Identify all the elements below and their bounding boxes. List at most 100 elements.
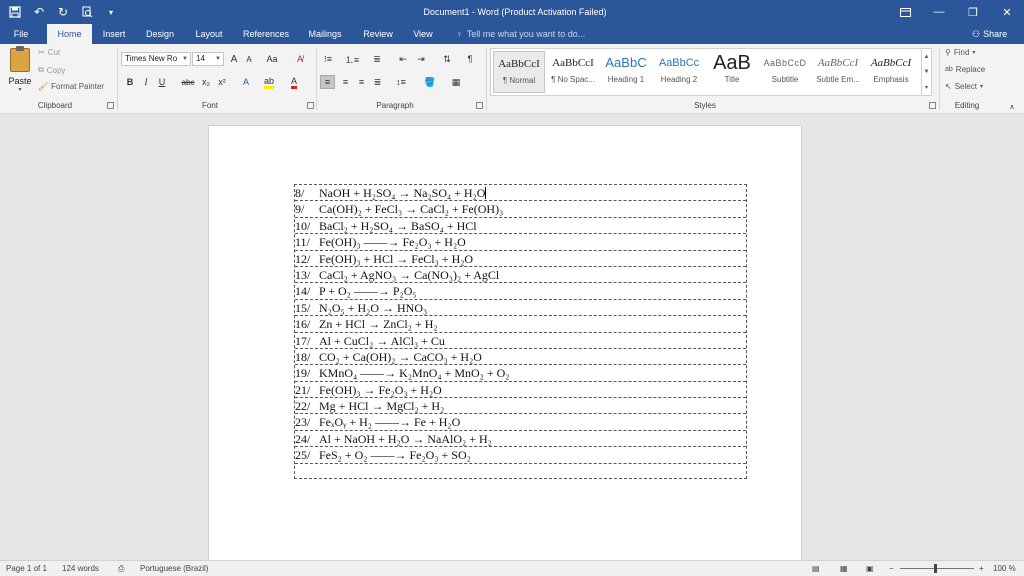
table-row[interactable]: 14/P + O₂ ——→ P₂O₅ [295,283,746,300]
styles-dialog-launcher-icon[interactable] [929,102,936,109]
table-row[interactable]: 19/KMnO₄ ——→ K₂MnO₄ + MnO₂ + O₂ [295,365,746,382]
tab-review[interactable]: Review [357,24,399,44]
tab-home[interactable]: Home [47,24,92,44]
table-row[interactable]: 22/Mg + HCl → MgCl₂ + H₂ [295,398,746,415]
more-styles-icon[interactable]: ▾ [925,84,928,91]
grow-font-icon[interactable]: A [228,52,240,66]
bold-button[interactable]: B [124,75,136,89]
cut-button[interactable]: ✂ Cut [38,48,60,57]
print-layout-icon[interactable]: ▦ [840,561,848,576]
page-count[interactable]: Page 1 of 1 [6,561,47,576]
numbering-icon[interactable]: ⒈≡ [344,52,360,66]
styles-gallery-scroll[interactable]: ▲ ▼ ▾ [921,49,931,95]
language-indicator[interactable]: Portuguese (Brazil) [140,561,208,576]
paste-button[interactable]: Paste ▾ [6,46,34,98]
table-row[interactable]: 17/Al + CuCl₂ → AlCl₃ + Cu [295,333,746,349]
read-mode-icon[interactable]: ▤ [812,561,820,576]
table-row[interactable]: 8/NaOH + H₂SO₄ → Na₂SO₄ + H₂O [295,185,746,202]
chevron-down-icon[interactable]: ▼ [924,69,930,75]
align-right-icon[interactable]: ≡ [354,75,369,89]
format-painter-button[interactable]: 🖌 Format Painter [38,82,104,91]
zoom-slider-thumb[interactable] [934,564,937,573]
table-row[interactable]: 15/N₂O₅ + H₂O → HNO₃ [295,300,746,317]
document-page[interactable]: 8/NaOH + H₂SO₄ → Na₂SO₄ + H₂O 9/Ca(OH)₂ +… [208,125,802,565]
tell-me-box[interactable]: ♀ Tell me what you want to do... [456,24,585,44]
align-center-icon[interactable]: ≡ [338,75,353,89]
table-row[interactable]: 11/Fe(OH)₃ ——→ Fe₂O₃ + H₂O [295,234,746,251]
share-button[interactable]: ⚇ Share [972,24,1007,44]
tab-insert[interactable]: Insert [96,24,132,44]
proofing-icon[interactable]: ⎙ [118,561,124,576]
style-heading-2[interactable]: AaBbCc Heading 2 [653,51,705,93]
style-normal[interactable]: AaBbCcI ¶ Normal [493,51,545,93]
restore-icon[interactable]: ❐ [956,0,990,24]
undo-icon[interactable]: ↶ [30,3,48,21]
table-row[interactable]: 24/Al + NaOH + H₂O → NaAlO₂ + H₂ [295,431,746,448]
align-left-icon[interactable]: ≡ [320,75,335,89]
underline-button[interactable]: U [156,75,168,89]
copy-button[interactable]: ⧉ Copy [38,65,65,75]
highlight-color-icon[interactable]: ab [261,75,277,89]
font-name-combo[interactable]: Times New Ro ▼ [121,52,191,66]
bullets-icon[interactable]: ⁝≡ [320,52,336,66]
style-subtle-emphasis[interactable]: AaBbCcI Subtle Em... [812,51,864,93]
subscript-button[interactable]: x₂ [199,75,213,89]
zoom-slider[interactable] [900,568,974,569]
redo-icon[interactable]: ↻ [54,3,72,21]
clipboard-dialog-launcher-icon[interactable] [107,102,114,109]
font-color-icon[interactable]: A [287,75,301,89]
table-row[interactable]: 9/Ca(OH)₂ + FeCl₃ → CaCl₂ + Fe(OH)₃ [295,201,746,218]
borders-icon[interactable]: ▦ [448,75,464,89]
zoom-level[interactable]: 100 % [993,561,1016,576]
strikethrough-button[interactable]: abc [180,75,196,89]
decrease-indent-icon[interactable]: ⇤ [396,52,410,66]
customize-qat-icon[interactable]: ▾ [102,3,120,21]
font-size-combo[interactable]: 14 ▼ [192,52,224,66]
style-title[interactable]: AaB Title [706,51,758,93]
find-button[interactable]: ⚲ Find ▾ [945,48,975,57]
tab-file[interactable]: File [0,24,42,44]
text-effects-icon[interactable]: A [238,75,254,89]
minimize-icon[interactable]: — [922,0,956,24]
print-preview-icon[interactable] [78,3,96,21]
replace-button[interactable]: ab Replace [945,65,985,74]
table-row[interactable] [295,464,746,478]
table-row[interactable]: 25/FeS₂ + O₂ ——→ Fe₂O₃ + SO₂ [295,447,746,464]
chevron-up-icon[interactable]: ▲ [924,54,930,60]
shading-icon[interactable]: 🪣 [422,75,438,89]
save-icon[interactable] [6,3,24,21]
table-row[interactable]: 13/CaCl₂ + AgNO₃ → Ca(NO₃)₂ + AgCl [295,267,746,284]
table-row[interactable]: 16/Zn + HCl → ZnCl₂ + H₂ [295,316,746,333]
sort-icon[interactable]: ⇅ [440,52,454,66]
clear-formatting-icon[interactable]: A̸ [293,52,307,66]
line-spacing-icon[interactable]: ↕≡ [392,75,410,89]
collapse-ribbon-icon[interactable]: ∧ [1007,100,1017,114]
shrink-font-icon[interactable]: A [243,52,255,66]
web-layout-icon[interactable]: ▣ [866,561,874,576]
paragraph-dialog-launcher-icon[interactable] [476,102,483,109]
word-count[interactable]: 124 words [62,561,99,576]
italic-button[interactable]: I [140,75,152,89]
tab-design[interactable]: Design [140,24,180,44]
show-formatting-marks-icon[interactable]: ¶ [464,52,476,66]
font-dialog-launcher-icon[interactable] [307,102,314,109]
tab-view[interactable]: View [407,24,439,44]
table-row[interactable]: 10/BaCl₂ + H₂SO₄ → BaSO₄ + HCl [295,218,746,235]
style-emphasis[interactable]: AaBbCcI Emphasis [865,51,917,93]
table-row[interactable]: 12/Fe(OH)₃ + HCl → FeCl₃ + H₂O [295,251,746,267]
style-no-spacing[interactable]: AaBbCcI ¶ No Spac... [547,51,599,93]
select-button[interactable]: ↖ Select ▾ [945,82,983,91]
style-subtitle[interactable]: AaBbCcD Subtitle [759,51,811,93]
table-row[interactable]: 21/Fe(OH)₃ → Fe₂O₃ + H₂O [295,382,746,399]
table-row[interactable]: 23/FeₓOᵧ + H₂ ——→ Fe + H₂O [295,414,746,431]
close-icon[interactable]: ✕ [990,0,1024,24]
increase-indent-icon[interactable]: ⇥ [414,52,428,66]
tab-references[interactable]: References [238,24,294,44]
ribbon-display-options-icon[interactable] [888,0,922,24]
justify-icon[interactable]: ≣ [370,75,385,89]
multilevel-list-icon[interactable]: ≣ [368,52,386,66]
style-heading-1[interactable]: AaBbC Heading 1 [600,51,652,93]
table-row[interactable]: 18/CO₂ + Ca(OH)₂ → CaCO₃ + H₂O [295,349,746,366]
tab-layout[interactable]: Layout [188,24,230,44]
zoom-in-icon[interactable]: + [979,561,984,576]
